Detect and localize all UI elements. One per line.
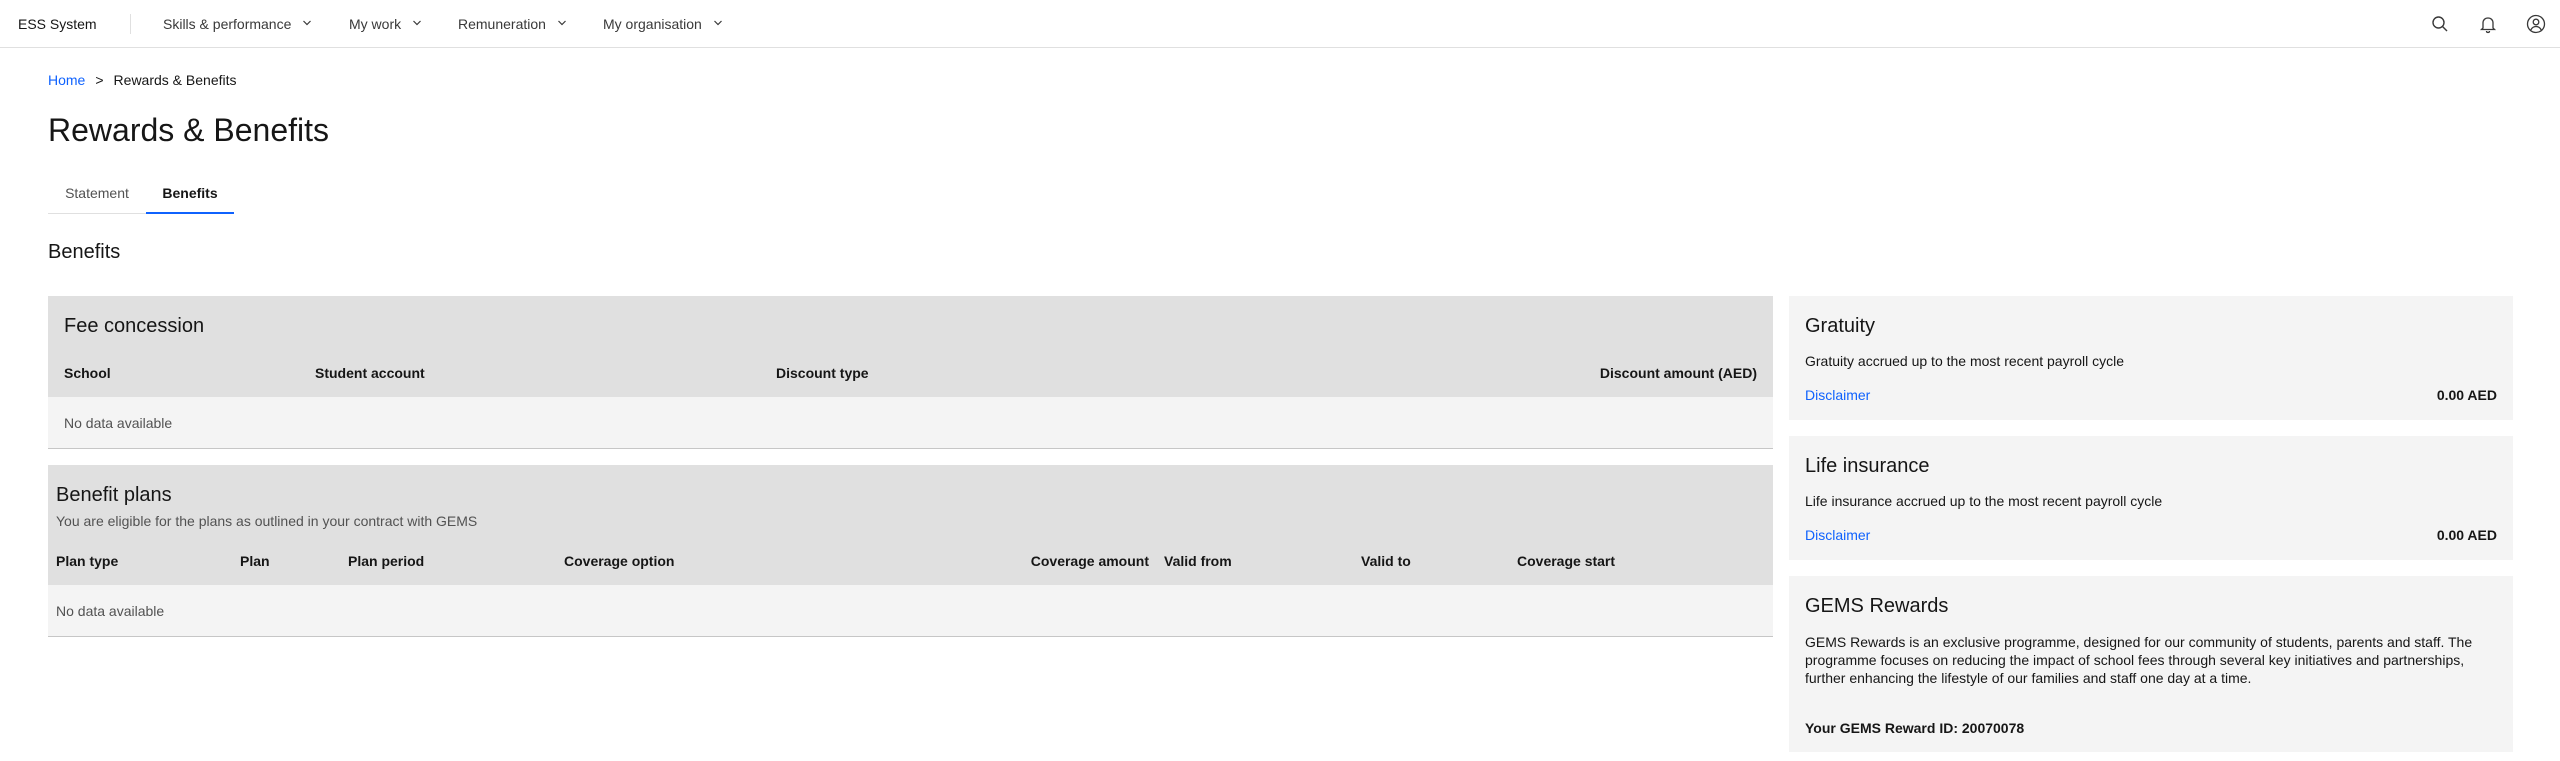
header-divider <box>130 14 131 34</box>
life-insurance-amount: 0.00 AED <box>2436 527 2497 543</box>
breadcrumb-current: Rewards & Benefits <box>113 72 237 88</box>
gems-rewards-title: GEMS Rewards <box>1805 595 1949 617</box>
page-title: Rewards & Benefits <box>48 112 330 148</box>
gratuity-amount: 0.00 AED <box>2436 387 2497 403</box>
nav-label: Remuneration <box>458 16 546 32</box>
nav-label: Skills & performance <box>163 16 292 32</box>
life-insurance-disclaimer-link[interactable]: Disclaimer <box>1805 526 1870 544</box>
chevron-down-icon <box>413 20 421 26</box>
chevron-down-icon <box>557 20 566 26</box>
life-insurance-title: Life insurance <box>1805 455 1930 477</box>
benefit-plans-panel: Benefit plans You are eligible for the p… <box>48 465 1773 585</box>
benefit-plans-subtitle: You are eligible for the plans as outlin… <box>56 513 478 529</box>
gems-rewards-description: GEMS Rewards is an exclusive programme, … <box>1805 634 2473 686</box>
tab-benefits[interactable]: Benefits <box>146 178 234 214</box>
column-header-discount-type: Discount type <box>776 365 869 381</box>
nav-label: My organisation <box>603 16 702 32</box>
column-header-plan: Plan <box>240 553 270 569</box>
table-row: No data available <box>48 585 1773 637</box>
gems-rewards-card: GEMS Rewards GEMS Rewards is an exclusiv… <box>1789 576 2513 752</box>
fee-concession-panel: Fee concession School Student account Di… <box>48 296 1773 397</box>
nav-my-organisation[interactable]: My organisation <box>603 0 722 48</box>
breadcrumb-separator: > <box>95 72 104 88</box>
nav-remuneration[interactable]: Remuneration <box>458 0 566 48</box>
nav-skills-performance[interactable]: Skills & performance <box>163 0 312 48</box>
column-header-plan-type: Plan type <box>56 553 119 569</box>
empty-state-text: No data available <box>64 415 173 431</box>
chevron-down-icon <box>713 20 722 26</box>
chevron-down-icon <box>303 20 312 26</box>
notification-icon[interactable] <box>2476 12 2500 36</box>
gems-reward-id: Your GEMS Reward ID: 20070078 <box>1805 720 2025 736</box>
gratuity-card: Gratuity Gratuity accrued up to the most… <box>1789 296 2513 420</box>
breadcrumb: Home > Rewards & Benefits <box>48 70 237 90</box>
column-header-coverage-amount: Coverage amount <box>1030 553 1149 569</box>
app-brand[interactable]: ESS System <box>18 0 97 48</box>
column-header-school: School <box>64 365 111 381</box>
nav-my-work[interactable]: My work <box>349 0 421 48</box>
breadcrumb-home-link[interactable]: Home <box>48 72 85 88</box>
nav-label: My work <box>349 16 402 32</box>
column-header-student-account: Student account <box>315 365 425 381</box>
column-header-valid-from: Valid from <box>1164 553 1232 569</box>
life-insurance-card: Life insurance Life insurance accrued up… <box>1789 436 2513 560</box>
column-header-discount-amount: Discount amount (AED) <box>1599 365 1757 381</box>
tab-statement[interactable]: Statement <box>48 178 146 214</box>
search-icon[interactable] <box>2428 12 2452 36</box>
user-avatar-icon[interactable] <box>2524 12 2548 36</box>
table-row: No data available <box>48 397 1773 449</box>
top-header: ESS System Skills & performance My work … <box>0 0 2560 48</box>
gratuity-disclaimer-link[interactable]: Disclaimer <box>1805 386 1870 404</box>
gratuity-description: Gratuity accrued up to the most recent p… <box>1805 353 2125 369</box>
column-header-plan-period: Plan period <box>348 553 425 569</box>
fee-concession-title: Fee concession <box>64 315 205 337</box>
column-header-valid-to: Valid to <box>1361 553 1411 569</box>
column-header-coverage-start: Coverage start <box>1517 553 1616 569</box>
life-insurance-description: Life insurance accrued up to the most re… <box>1805 493 2163 509</box>
benefit-plans-title: Benefit plans <box>56 484 172 506</box>
section-title: Benefits <box>48 241 121 263</box>
column-header-coverage-option: Coverage option <box>564 553 675 569</box>
gratuity-title: Gratuity <box>1805 315 1876 337</box>
empty-state-text: No data available <box>56 603 165 619</box>
